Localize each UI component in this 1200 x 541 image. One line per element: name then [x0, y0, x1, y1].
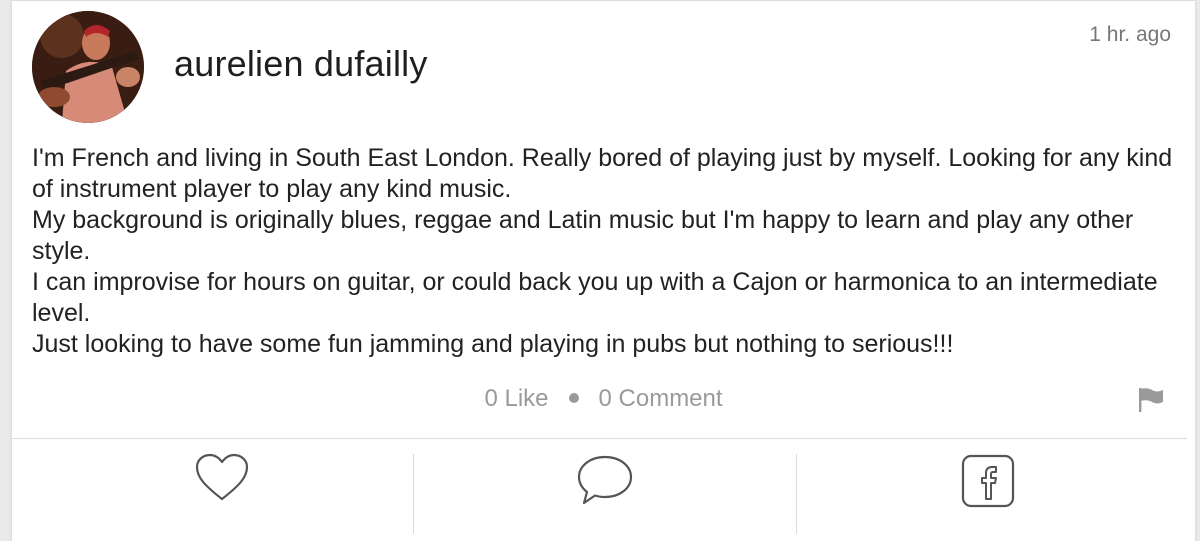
action-bar	[12, 439, 1187, 534]
flag-icon[interactable]	[1137, 387, 1165, 413]
author-name[interactable]: aurelien dufailly	[174, 43, 428, 85]
post-stats: 0 Like 0 Comment	[12, 385, 1195, 413]
like-count[interactable]: 0 Like	[484, 385, 548, 412]
post-body: I'm French and living in South East Lond…	[32, 143, 1182, 360]
action-separator	[413, 454, 414, 534]
post-body-line: I can improvise for hours on guitar, or …	[32, 268, 1158, 327]
post-body-line: My background is originally blues, regga…	[32, 206, 1134, 265]
post-timestamp: 1 hr. ago	[1089, 23, 1171, 46]
like-button[interactable]	[32, 453, 412, 533]
avatar-photo	[32, 11, 144, 123]
facebook-share-button[interactable]	[798, 453, 1178, 533]
comment-count[interactable]: 0 Comment	[599, 385, 723, 412]
separator-dot	[568, 392, 579, 403]
heart-icon	[195, 453, 249, 501]
facebook-icon	[961, 454, 1015, 508]
action-separator	[796, 454, 797, 534]
comment-button[interactable]	[415, 453, 795, 533]
post-body-line: Just looking to have some fun jamming an…	[32, 330, 954, 358]
speech-bubble-icon	[577, 455, 633, 505]
avatar[interactable]	[32, 11, 144, 123]
post-body-line: I'm French and living in South East Lond…	[32, 144, 1173, 203]
post-card: aurelien dufailly 1 hr. ago I'm French a…	[12, 0, 1195, 541]
